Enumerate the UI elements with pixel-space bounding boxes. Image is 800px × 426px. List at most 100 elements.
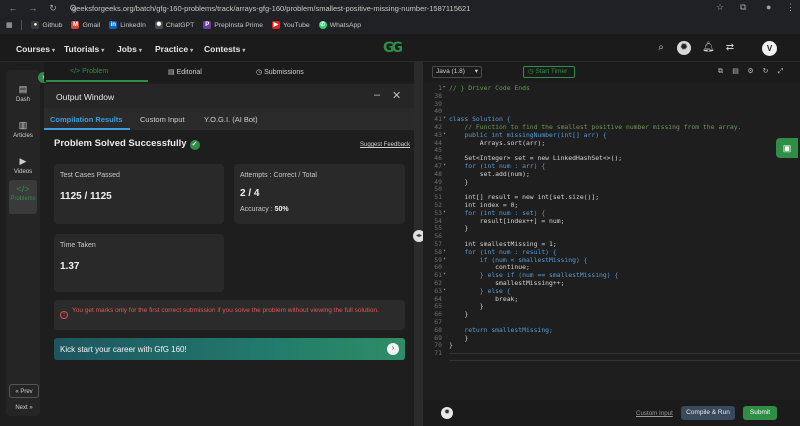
- search-icon[interactable]: ⌕: [655, 42, 667, 54]
- fold-toggle-icon[interactable]: ▾: [443, 162, 448, 168]
- bookmark-gmail[interactable]: M Gmail: [71, 21, 100, 29]
- minimize-icon[interactable]: –: [374, 89, 380, 101]
- accuracy-value: 50%: [274, 206, 289, 213]
- suggest-feedback-link[interactable]: Suggest Feedback: [360, 142, 410, 148]
- output-window-title: Output Window: [56, 92, 115, 102]
- gfg160-banner[interactable]: Kick start your career with GfG 160! ›: [54, 338, 405, 360]
- code-editor[interactable]: 1 ▸// } Driver Code Ends 38 39 40 41 ▾ class So…: [423, 82, 800, 400]
- copy-icon[interactable]: ⧉: [716, 67, 725, 76]
- pane-splitter[interactable]: [414, 62, 423, 426]
- rail-item-videos[interactable]: ▶ Videos: [9, 152, 37, 182]
- bookmark-youtube[interactable]: ▶ YouTube: [271, 21, 310, 29]
- info-icon: i: [60, 311, 68, 319]
- github-icon: ●: [31, 21, 40, 29]
- bookmark-star-icon[interactable]: ☆: [716, 2, 724, 13]
- tab-submissions[interactable]: ◷ Submissions: [256, 68, 304, 76]
- rail-item-dash[interactable]: ▤ Dash: [9, 80, 37, 110]
- line-number: 57: [434, 240, 442, 248]
- gfg-logo[interactable]: GG: [383, 40, 417, 56]
- profile-icon[interactable]: ●: [766, 2, 771, 12]
- fold-toggle-icon[interactable]: ▾: [443, 115, 448, 121]
- code-line: set.add(num);: [449, 169, 530, 178]
- clock-icon: ◷: [256, 69, 265, 76]
- apps-icon[interactable]: ▦: [6, 21, 12, 29]
- marks-warning: i You get marks only for the first corre…: [54, 300, 405, 330]
- translate-icon[interactable]: ⇄: [724, 42, 736, 54]
- code-line: }: [449, 310, 469, 319]
- start-timer-button[interactable]: ◷ Start Timer: [523, 66, 575, 78]
- bell-icon[interactable]: 🔔︎: [702, 42, 715, 54]
- rail-label: Problems: [10, 196, 36, 202]
- forward-icon[interactable]: →: [26, 1, 40, 15]
- fold-toggle-icon[interactable]: ▾: [443, 248, 448, 254]
- custom-input-link[interactable]: Custom Input: [636, 410, 673, 417]
- active-output-tab-indicator: [44, 128, 130, 130]
- rail-label: Dash: [15, 97, 30, 103]
- menu-courses[interactable]: Courses ▾: [16, 44, 55, 54]
- bookmark-github[interactable]: ● Github: [31, 21, 62, 29]
- line-number: 54: [434, 216, 442, 225]
- rail-label: Articles: [13, 133, 33, 139]
- avatar[interactable]: V: [762, 41, 777, 56]
- attempts-value: 2 / 4: [240, 188, 260, 199]
- arrow-right-icon[interactable]: ›: [387, 343, 399, 355]
- compile-run-button[interactable]: Compile & Run: [681, 406, 735, 420]
- extensions-icon[interactable]: ⧉: [740, 2, 746, 13]
- prev-button[interactable]: « Prev: [9, 384, 39, 398]
- tab-compilation-results[interactable]: Compilation Results: [50, 115, 123, 124]
- line-number: 48: [434, 169, 442, 178]
- line-number: 39: [434, 99, 442, 108]
- tab-yogi-ai-bot[interactable]: Y.O.G.I. (AI Bot): [204, 115, 258, 124]
- line-number: 42: [434, 123, 442, 131]
- prepinsta-icon: P: [203, 21, 212, 29]
- format-icon[interactable]: ▤: [731, 67, 740, 76]
- tab-custom-input[interactable]: Custom Input: [140, 115, 185, 124]
- code-icon: </>: [16, 184, 30, 194]
- close-icon[interactable]: ✕: [392, 89, 401, 102]
- fold-toggle-icon[interactable]: ▾: [443, 131, 448, 137]
- address-bar[interactable]: geeksforgeeks.org/batch/gfg-160-problems…: [72, 2, 712, 14]
- line-number: 52: [434, 201, 442, 209]
- settings-icon[interactable]: ⚙: [746, 67, 755, 76]
- line-number: 45: [434, 146, 442, 155]
- menu-practice[interactable]: Practice ▾: [155, 44, 193, 54]
- chevron-down-icon: ▾: [190, 48, 194, 54]
- code-line: Arrays.sort(arr);: [449, 138, 546, 147]
- tab-editorial[interactable]: ▤ Editorial: [168, 68, 202, 76]
- fold-toggle-icon[interactable]: ▾: [443, 256, 448, 262]
- menu-tutorials[interactable]: Tutorials ▾: [64, 44, 104, 54]
- rail-label: Videos: [13, 169, 33, 175]
- fold-toggle-icon[interactable]: ▾: [443, 287, 448, 293]
- back-icon[interactable]: ←: [6, 1, 20, 15]
- fold-toggle-icon[interactable]: ▾: [443, 271, 448, 277]
- tab-problem[interactable]: </> Problem: [70, 68, 108, 75]
- rail-item-articles[interactable]: ▥ Articles: [9, 116, 37, 146]
- bookmark-chatgpt[interactable]: ✺ ChatGPT: [154, 21, 194, 29]
- menu-jobs[interactable]: Jobs ▾: [117, 44, 142, 54]
- bookmark-whatsapp[interactable]: ✆ WhatsApp: [318, 21, 361, 29]
- language-select[interactable]: Java (1.8) ▾: [432, 66, 482, 78]
- submit-button[interactable]: Submit: [743, 406, 777, 420]
- rail-item-problems[interactable]: </> Problems: [9, 180, 37, 214]
- chat-icon[interactable]: ▣: [776, 138, 798, 158]
- fullscreen-icon[interactable]: ⤢: [776, 67, 785, 76]
- menu-contests[interactable]: Contests ▾: [204, 44, 245, 54]
- chevron-down-icon: ▾: [138, 48, 142, 54]
- browser-menu-icon[interactable]: ⋮: [786, 2, 795, 13]
- lightbulb-icon[interactable]: ✹: [441, 407, 453, 419]
- line-number: 62: [434, 279, 442, 287]
- bookmark-prepinsta[interactable]: P PrepInsta Prime: [203, 21, 263, 29]
- next-button[interactable]: Next »: [9, 401, 39, 415]
- chevron-down-icon: ▾: [52, 48, 56, 54]
- editorial-icon: ▤: [168, 69, 177, 76]
- bookmark-linkedin[interactable]: in LinkedIn: [109, 21, 146, 29]
- line-number: 69: [434, 333, 442, 342]
- line-number: 64: [434, 294, 442, 303]
- theme-toggle-icon[interactable]: ✹: [677, 41, 691, 55]
- fold-toggle-icon[interactable]: ▾: [443, 209, 448, 215]
- reload-icon[interactable]: ↻: [46, 1, 60, 15]
- line-number: 55: [434, 224, 442, 233]
- fold-toggle-icon[interactable]: ▸: [443, 84, 448, 90]
- reset-icon[interactable]: ↻: [761, 67, 770, 76]
- line-number: 67: [434, 318, 442, 326]
